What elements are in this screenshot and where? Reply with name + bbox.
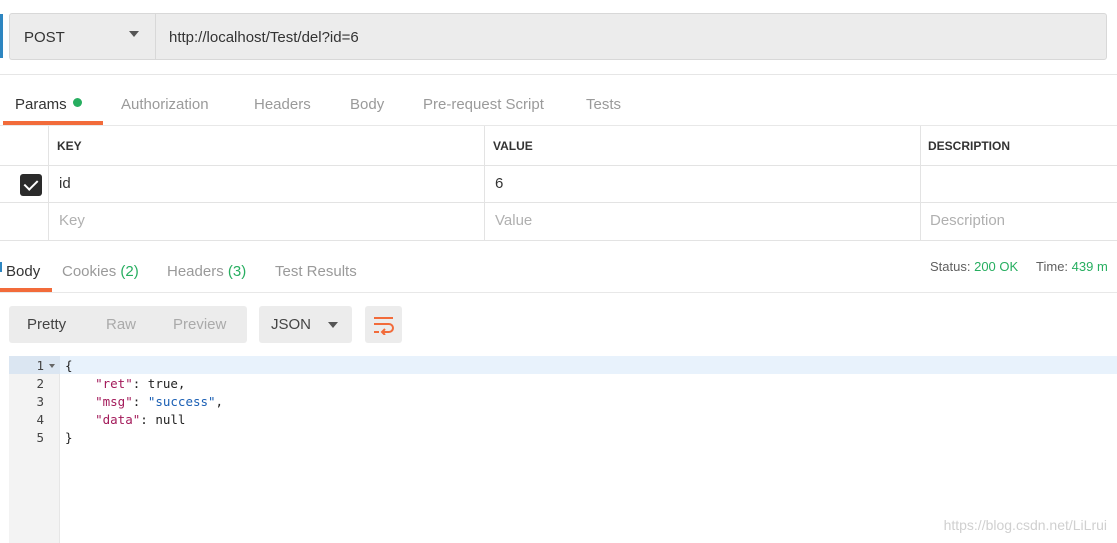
tab-tests[interactable]: Tests — [586, 96, 621, 113]
code-token: } — [65, 430, 73, 445]
param-key-field[interactable]: id — [59, 175, 71, 192]
response-tab-cookies[interactable]: Cookies (2) — [62, 263, 139, 280]
divider — [0, 74, 1117, 75]
cookies-label: Cookies — [62, 263, 117, 280]
chevron-down-icon — [129, 31, 139, 37]
table-row: id 6 — [0, 166, 1117, 203]
url-input[interactable]: http://localhost/Test/del?id=6 — [155, 13, 1107, 60]
line-number: 1 — [36, 358, 44, 373]
response-meta: Status: 200 OK Time: 439 m — [930, 259, 1108, 274]
view-mode-group: Pretty Raw Preview — [9, 306, 247, 343]
tab-params[interactable]: Params — [15, 96, 82, 113]
code-token: , — [215, 394, 224, 409]
request-tabs: Params Authorization Headers Body Pre-re… — [0, 86, 1117, 126]
code-line: "msg": "success", — [65, 394, 223, 409]
column-header-description: DESCRIPTION — [928, 139, 1011, 153]
format-dropdown[interactable]: JSON — [259, 306, 352, 343]
new-description-input[interactable]: Description — [930, 212, 1005, 229]
headers-count: (3) — [227, 263, 247, 280]
params-table: KEY VALUE DESCRIPTION id 6 Key Value Des… — [0, 126, 1117, 241]
code-token: "data" — [95, 412, 141, 427]
response-tab-headers[interactable]: Headers (3) — [167, 263, 246, 280]
code-line: { — [65, 358, 73, 373]
tab-body[interactable]: Body — [350, 96, 384, 113]
active-line-highlight — [9, 356, 1117, 374]
tab-params-label: Params — [15, 96, 67, 113]
table-row-new: Key Value Description — [0, 203, 1117, 240]
watermark: https://blog.csdn.net/LiLrui — [943, 517, 1107, 533]
code-token: "msg" — [95, 394, 133, 409]
tab-authorization[interactable]: Authorization — [121, 96, 209, 113]
response-tab-body[interactable]: Body — [6, 263, 40, 280]
code-line: "data": null — [65, 412, 185, 427]
code-token: : null — [140, 412, 186, 427]
view-preview-button[interactable]: Preview — [173, 316, 226, 333]
method-label: POST — [24, 29, 65, 46]
line-number: 5 — [36, 430, 44, 445]
new-key-input[interactable]: Key — [59, 212, 85, 229]
view-pretty-button[interactable]: Pretty — [27, 316, 66, 333]
params-header-row: KEY VALUE DESCRIPTION — [0, 126, 1117, 166]
view-raw-button[interactable]: Raw — [106, 316, 136, 333]
code-line: } — [65, 430, 73, 445]
time-value: 439 m — [1071, 259, 1108, 274]
cookies-count: (2) — [120, 263, 139, 280]
left-accent-bar — [0, 14, 3, 58]
tab-pre-request-script[interactable]: Pre-request Script — [423, 96, 544, 113]
column-header-key: KEY — [57, 139, 82, 153]
active-tab-underline — [3, 121, 103, 125]
code-token: { — [65, 358, 73, 373]
params-active-dot-icon — [72, 98, 82, 107]
column-header-value: VALUE — [493, 139, 533, 153]
url-text: http://localhost/Test/del?id=6 — [169, 29, 359, 46]
line-number: 3 — [36, 394, 44, 409]
line-number: 2 — [36, 376, 44, 391]
wrap-lines-icon — [374, 317, 394, 335]
status-value: 200 OK — [974, 259, 1019, 274]
status-label: Status: — [930, 259, 971, 274]
headers-label: Headers — [167, 263, 224, 280]
time-label: Time: — [1036, 259, 1069, 274]
chevron-down-icon — [328, 322, 338, 328]
tab-headers[interactable]: Headers — [254, 96, 311, 113]
param-value-field[interactable]: 6 — [495, 175, 503, 192]
response-active-underline — [0, 288, 52, 292]
format-label: JSON — [271, 316, 312, 333]
code-token: "ret" — [95, 376, 133, 391]
code-token: : — [132, 394, 148, 409]
response-tab-test-results[interactable]: Test Results — [275, 263, 357, 280]
fold-toggle-icon[interactable] — [49, 364, 55, 368]
code-token: "success" — [147, 394, 216, 409]
line-number: 4 — [36, 412, 44, 427]
new-value-input[interactable]: Value — [495, 212, 532, 229]
method-dropdown[interactable]: POST — [9, 13, 155, 60]
code-line: "ret": true, — [65, 376, 185, 391]
wrap-lines-button[interactable] — [365, 306, 402, 343]
code-token: : true, — [132, 376, 186, 391]
response-body-editor[interactable]: 1 {2 "ret": true, 3 "msg": "success", 4 "da… — [9, 356, 1117, 543]
param-enabled-checkbox[interactable] — [20, 174, 42, 196]
